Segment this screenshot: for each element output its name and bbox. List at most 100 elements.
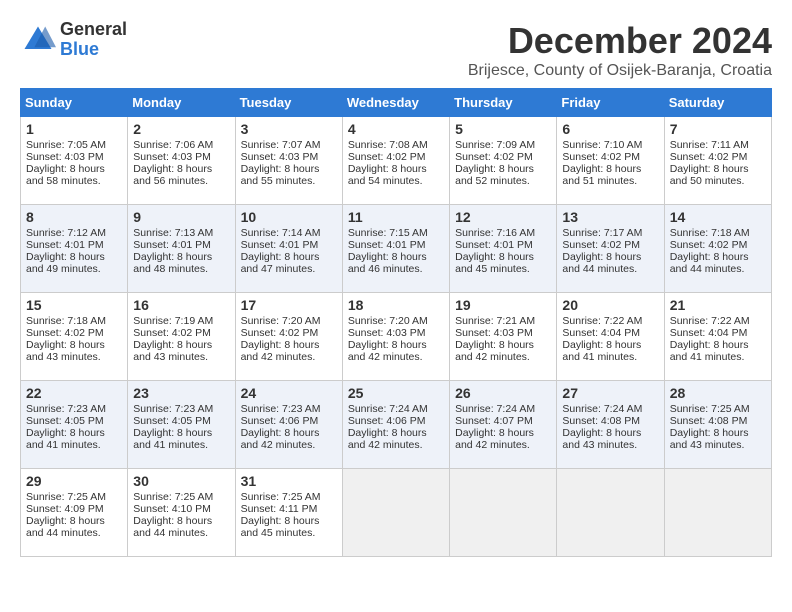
- day-number: 15: [26, 297, 122, 313]
- calendar-cell: [664, 469, 771, 557]
- sunrise-label: Sunrise: 7:25 AM: [670, 403, 750, 415]
- sunset-label: Sunset: 4:01 PM: [26, 239, 104, 251]
- sunset-label: Sunset: 4:10 PM: [133, 503, 211, 515]
- sunset-label: Sunset: 4:02 PM: [670, 239, 748, 251]
- calendar-cell: 14Sunrise: 7:18 AMSunset: 4:02 PMDayligh…: [664, 205, 771, 293]
- daylight-label: Daylight: 8 hours and 45 minutes.: [455, 251, 534, 275]
- calendar-cell: 28 Sunrise: 7:25 AMSunset: 4:08 PMDayligh…: [664, 381, 771, 469]
- col-wednesday: Wednesday: [342, 89, 449, 117]
- daylight-label: Daylight: 8 hours and 44 minutes.: [670, 251, 749, 275]
- sunset-label: Sunset: 4:03 PM: [241, 151, 319, 163]
- day-number: 28: [670, 385, 766, 401]
- daylight-label: Daylight: 8 hours and 41 minutes.: [133, 427, 212, 451]
- col-saturday: Saturday: [664, 89, 771, 117]
- logo-blue-text: Blue: [60, 40, 127, 60]
- sunset-label: Sunset: 4:04 PM: [670, 327, 748, 339]
- sunrise-label: Sunrise: 7:25 AM: [241, 491, 321, 503]
- calendar-table: Sunday Monday Tuesday Wednesday Thursday…: [20, 88, 772, 557]
- sunset-label: Sunset: 4:02 PM: [241, 327, 319, 339]
- calendar-cell: 5Sunrise: 7:09 AMSunset: 4:02 PMDaylight…: [450, 117, 557, 205]
- daylight-label: Daylight: 8 hours and 48 minutes.: [133, 251, 212, 275]
- sunrise-label: Sunrise: 7:24 AM: [455, 403, 535, 415]
- calendar-cell: 20Sunrise: 7:22 AMSunset: 4:04 PMDayligh…: [557, 293, 664, 381]
- calendar-row-1: 1Sunrise: 7:05 AMSunset: 4:03 PMDaylight…: [21, 117, 772, 205]
- col-friday: Friday: [557, 89, 664, 117]
- sunrise-label: Sunrise: 7:10 AM: [562, 139, 642, 151]
- calendar-cell: 18Sunrise: 7:20 AMSunset: 4:03 PMDayligh…: [342, 293, 449, 381]
- sunset-label: Sunset: 4:02 PM: [562, 151, 640, 163]
- day-number: 4: [348, 121, 444, 137]
- calendar-cell: 26 Sunrise: 7:24 AMSunset: 4:07 PMDayligh…: [450, 381, 557, 469]
- logo-icon: [20, 22, 56, 58]
- calendar-cell: [557, 469, 664, 557]
- sunrise-label: Sunrise: 7:06 AM: [133, 139, 213, 151]
- sunset-label: Sunset: 4:09 PM: [26, 503, 104, 515]
- daylight-label: Daylight: 8 hours and 42 minutes.: [348, 427, 427, 451]
- calendar-cell: 16Sunrise: 7:19 AMSunset: 4:02 PMDayligh…: [128, 293, 235, 381]
- calendar-row-3: 15Sunrise: 7:18 AMSunset: 4:02 PMDayligh…: [21, 293, 772, 381]
- day-number: 31: [241, 473, 337, 489]
- sunset-label: Sunset: 4:03 PM: [348, 327, 426, 339]
- header: General Blue December 2024 Brijesce, Cou…: [20, 20, 772, 80]
- day-number: 2: [133, 121, 229, 137]
- sunset-label: Sunset: 4:01 PM: [241, 239, 319, 251]
- sunset-label: Sunset: 4:01 PM: [455, 239, 533, 251]
- col-sunday: Sunday: [21, 89, 128, 117]
- calendar-cell: 1Sunrise: 7:05 AMSunset: 4:03 PMDaylight…: [21, 117, 128, 205]
- sunrise-label: Sunrise: 7:19 AM: [133, 315, 213, 327]
- sunrise-label: Sunrise: 7:11 AM: [670, 139, 749, 151]
- daylight-label: Daylight: 8 hours and 51 minutes.: [562, 163, 641, 187]
- day-number: 18: [348, 297, 444, 313]
- sunset-label: Sunset: 4:08 PM: [562, 415, 640, 427]
- sunrise-label: Sunrise: 7:25 AM: [133, 491, 213, 503]
- calendar-cell: 17Sunrise: 7:20 AMSunset: 4:02 PMDayligh…: [235, 293, 342, 381]
- daylight-label: Daylight: 8 hours and 43 minutes.: [670, 427, 749, 451]
- sunrise-label: Sunrise: 7:12 AM: [26, 227, 106, 239]
- daylight-label: Daylight: 8 hours and 43 minutes.: [562, 427, 641, 451]
- sunset-label: Sunset: 4:11 PM: [241, 503, 318, 515]
- calendar-cell: 9Sunrise: 7:13 AMSunset: 4:01 PMDaylight…: [128, 205, 235, 293]
- calendar-cell: 30Sunrise: 7:25 AMSunset: 4:10 PMDayligh…: [128, 469, 235, 557]
- sunrise-label: Sunrise: 7:13 AM: [133, 227, 213, 239]
- calendar-cell: 31Sunrise: 7:25 AMSunset: 4:11 PMDayligh…: [235, 469, 342, 557]
- calendar-cell: 24Sunrise: 7:23 AMSunset: 4:06 PMDayligh…: [235, 381, 342, 469]
- sunset-label: Sunset: 4:05 PM: [133, 415, 211, 427]
- daylight-label: Daylight: 8 hours and 49 minutes.: [26, 251, 105, 275]
- calendar-row-5: 29Sunrise: 7:25 AMSunset: 4:09 PMDayligh…: [21, 469, 772, 557]
- sunset-label: Sunset: 4:02 PM: [670, 151, 748, 163]
- sunset-label: Sunset: 4:07 PM: [455, 415, 533, 427]
- day-number: 20: [562, 297, 658, 313]
- sunrise-label: Sunrise: 7:20 AM: [348, 315, 428, 327]
- day-number: 17: [241, 297, 337, 313]
- calendar-cell: 3Sunrise: 7:07 AMSunset: 4:03 PMDaylight…: [235, 117, 342, 205]
- calendar-cell: 10Sunrise: 7:14 AMSunset: 4:01 PMDayligh…: [235, 205, 342, 293]
- calendar-cell: 23Sunrise: 7:23 AMSunset: 4:05 PMDayligh…: [128, 381, 235, 469]
- day-number: 1: [26, 121, 122, 137]
- sunrise-label: Sunrise: 7:22 AM: [670, 315, 750, 327]
- daylight-label: Daylight: 8 hours and 47 minutes.: [241, 251, 320, 275]
- logo-general-text: General: [60, 20, 127, 40]
- sunrise-label: Sunrise: 7:23 AM: [241, 403, 321, 415]
- calendar-cell: 2Sunrise: 7:06 AMSunset: 4:03 PMDaylight…: [128, 117, 235, 205]
- daylight-label: Daylight: 8 hours and 41 minutes.: [670, 339, 749, 363]
- day-number: 11: [348, 209, 444, 225]
- sunset-label: Sunset: 4:01 PM: [133, 239, 211, 251]
- day-number: 6: [562, 121, 658, 137]
- daylight-label: Daylight: 8 hours and 42 minutes.: [455, 427, 534, 451]
- header-row: Sunday Monday Tuesday Wednesday Thursday…: [21, 89, 772, 117]
- calendar-cell: 15Sunrise: 7:18 AMSunset: 4:02 PMDayligh…: [21, 293, 128, 381]
- daylight-label: Daylight: 8 hours and 42 minutes.: [455, 339, 534, 363]
- daylight-label: Daylight: 8 hours and 44 minutes.: [562, 251, 641, 275]
- sunrise-label: Sunrise: 7:21 AM: [455, 315, 535, 327]
- sunrise-label: Sunrise: 7:23 AM: [26, 403, 106, 415]
- day-number: 24: [241, 385, 337, 401]
- day-number: 29: [26, 473, 122, 489]
- day-number: 26: [455, 385, 551, 401]
- calendar-row-4: 22Sunrise: 7:23 AMSunset: 4:05 PMDayligh…: [21, 381, 772, 469]
- sunrise-label: Sunrise: 7:07 AM: [241, 139, 321, 151]
- sunset-label: Sunset: 4:08 PM: [670, 415, 748, 427]
- sunrise-label: Sunrise: 7:15 AM: [348, 227, 428, 239]
- day-number: 22: [26, 385, 122, 401]
- month-title: December 2024: [468, 20, 772, 62]
- day-number: 5: [455, 121, 551, 137]
